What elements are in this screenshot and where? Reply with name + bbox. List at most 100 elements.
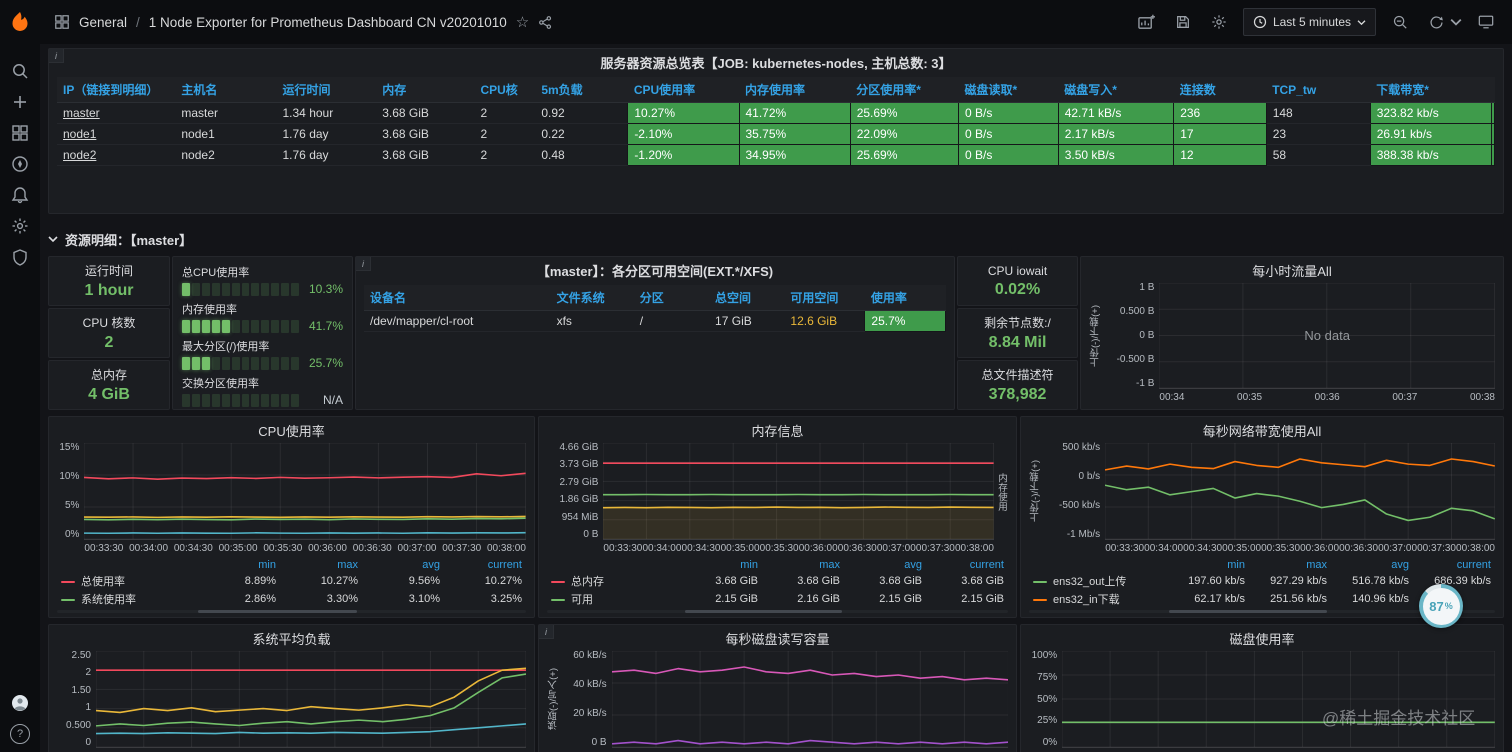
zoom-out-button[interactable]: [1388, 10, 1412, 34]
x-axis: 00:33:30 00:34:00 00:34:30 00:35:00 00:35:30…: [547, 540, 1008, 556]
panel-info-icon[interactable]: i: [356, 257, 371, 271]
plus-icon[interactable]: [11, 93, 29, 111]
legend-column-header[interactable]: avg: [844, 558, 926, 572]
legend-series[interactable]: 总使用率 8.89% 10.27% 9.56% 10.27%: [57, 572, 526, 590]
chart-plot-area[interactable]: No data: [1159, 283, 1495, 389]
column-header[interactable]: 文件系统: [550, 285, 634, 311]
save-dashboard-button[interactable]: [1171, 10, 1195, 34]
cell: -1.20%: [627, 144, 740, 166]
refresh-button[interactable]: [1424, 10, 1448, 34]
gauge-cell: [241, 356, 250, 370]
legend-value: 251.56 kb/s: [1270, 593, 1327, 605]
cell-link[interactable]: node1: [57, 123, 176, 145]
panel-info-icon[interactable]: i: [539, 625, 554, 639]
help-icon[interactable]: ?: [10, 724, 30, 744]
chart-plot-area[interactable]: [84, 443, 526, 540]
legend-column-header[interactable]: min: [198, 558, 280, 572]
stat-panel-free-inodes: 剩余节点数:/ 8.84 Mil: [957, 308, 1078, 358]
apps-grid-icon[interactable]: [54, 14, 70, 30]
cell: xfs: [550, 310, 634, 332]
chart-plot-area[interactable]: [96, 651, 526, 748]
add-panel-button[interactable]: [1135, 10, 1159, 34]
column-header[interactable]: TCP_tw: [1266, 77, 1371, 103]
legend-value: 927.29 kb/s: [1270, 575, 1327, 587]
column-header[interactable]: 总空间: [709, 285, 785, 311]
column-header[interactable]: 分区: [633, 285, 710, 311]
gauge-cell: [251, 282, 260, 296]
legend-column-header[interactable]: current: [926, 558, 1008, 572]
cell: 0.48: [535, 144, 628, 166]
reading-progress-badge[interactable]: 87%: [1419, 584, 1463, 628]
row-collapse-toggle[interactable]: 资源明细：【master】: [48, 226, 1504, 252]
legend-series[interactable]: ens32_out上传 197.60 kb/s 927.29 kb/s 516.78 …: [1029, 572, 1495, 590]
column-header[interactable]: 设备名: [364, 285, 551, 311]
explore-compass-icon[interactable]: [11, 155, 29, 173]
legend-column-header[interactable]: min: [1167, 558, 1249, 572]
column-header[interactable]: 内存使用率: [739, 77, 851, 103]
column-header[interactable]: 内存: [376, 77, 475, 103]
share-icon[interactable]: [538, 15, 553, 30]
legend-column-header[interactable]: max: [280, 558, 362, 572]
dashboards-icon[interactable]: [11, 124, 29, 142]
series-line: [612, 741, 1008, 744]
column-header[interactable]: CPU核: [474, 77, 536, 103]
server-admin-shield-icon[interactable]: [11, 248, 29, 266]
column-header[interactable]: CPU使用率: [627, 77, 739, 103]
legend-column-header[interactable]: min: [680, 558, 762, 572]
bar-gauge: 交换分区使用率 N/A: [182, 375, 343, 407]
column-header[interactable]: 主机名: [175, 77, 277, 103]
legend-column-header[interactable]: avg: [362, 558, 444, 572]
series-color-swatch: [551, 599, 565, 602]
cell-link[interactable]: master: [57, 102, 176, 124]
column-header[interactable]: 连接数: [1173, 77, 1267, 103]
legend-series[interactable]: 总内存 3.68 GiB 3.68 GiB 3.68 GiB 3.68 GiB: [547, 572, 1008, 590]
column-header[interactable]: 磁盘写入*: [1058, 77, 1174, 103]
chart-plot-area[interactable]: [611, 651, 1008, 748]
time-range-picker[interactable]: Last 5 minutes: [1242, 8, 1376, 36]
chart-plot-area[interactable]: [603, 443, 994, 540]
gauge-cell: [211, 282, 220, 296]
stat-panel-cpu-iowait: CPU iowait 0.02%: [957, 256, 1078, 306]
legend-scrollbar[interactable]: [57, 610, 526, 613]
legend-column-header[interactable]: max: [1249, 558, 1331, 572]
legend-scrollbar[interactable]: [547, 610, 1008, 613]
legend-series[interactable]: 可用 2.15 GiB 2.16 GiB 2.15 GiB 2.15 GiB: [547, 590, 1008, 608]
column-header[interactable]: IP（链接到明细）: [57, 77, 176, 103]
gauge-cell: [201, 319, 210, 333]
star-icon[interactable]: ☆: [516, 13, 529, 31]
chart-plot-area[interactable]: [1062, 651, 1495, 748]
column-header[interactable]: 下载带宽*: [1370, 77, 1492, 103]
legend-column-header[interactable]: current: [444, 558, 526, 572]
user-avatar[interactable]: [11, 694, 29, 712]
column-header[interactable]: 5m负载: [535, 77, 628, 103]
refresh-interval-chevron-icon[interactable]: [1450, 10, 1462, 34]
gauge-value: 25.7%: [308, 356, 343, 370]
gauge-bar: [182, 282, 300, 296]
cell-link[interactable]: node2: [57, 144, 176, 166]
kiosk-mode-monitor-icon[interactable]: [1474, 10, 1498, 34]
panel-info-icon[interactable]: i: [49, 49, 64, 63]
grafana-logo[interactable]: [0, 0, 40, 44]
column-header[interactable]: 可用空间: [784, 285, 865, 311]
column-header[interactable]: 上传带宽*: [1491, 77, 1495, 103]
y-axis: 4.66 GiB 3.73 GiB 2.79 GiB 1.86 GiB 954 MiB 0…: [559, 442, 599, 540]
alerting-bell-icon[interactable]: [11, 186, 29, 204]
gauge-title: 内存使用率: [182, 304, 237, 316]
legend-column-header[interactable]: avg: [1331, 558, 1413, 572]
legend-series[interactable]: 系统使用率 2.86% 3.30% 3.10% 3.25%: [57, 590, 526, 608]
column-header[interactable]: 使用率: [864, 285, 946, 311]
panel-title: 服务器资源总览表【JOB: kubernetes-nodes, 主机总数: 3】: [600, 56, 952, 71]
search-icon[interactable]: [11, 62, 29, 80]
column-header[interactable]: 运行时间: [276, 77, 377, 103]
column-header[interactable]: 分区使用率*: [850, 77, 959, 103]
dashboard-settings-gear-icon[interactable]: [1207, 10, 1231, 34]
chart-plot-area[interactable]: [1105, 443, 1495, 540]
gauge-cell: [182, 319, 190, 333]
column-header[interactable]: 磁盘读取*: [958, 77, 1059, 103]
legend-column-header[interactable]: max: [762, 558, 844, 572]
configuration-gear-icon[interactable]: [11, 217, 29, 235]
dashboard-title[interactable]: 1 Node Exporter for Prometheus Dashboard…: [149, 15, 507, 30]
breadcrumb-folder[interactable]: General: [79, 15, 127, 30]
legend-column-header[interactable]: current: [1413, 558, 1495, 572]
grafana-dashboard: { "icons": {"info": "i", "star": "☆", "h…: [0, 0, 1512, 752]
